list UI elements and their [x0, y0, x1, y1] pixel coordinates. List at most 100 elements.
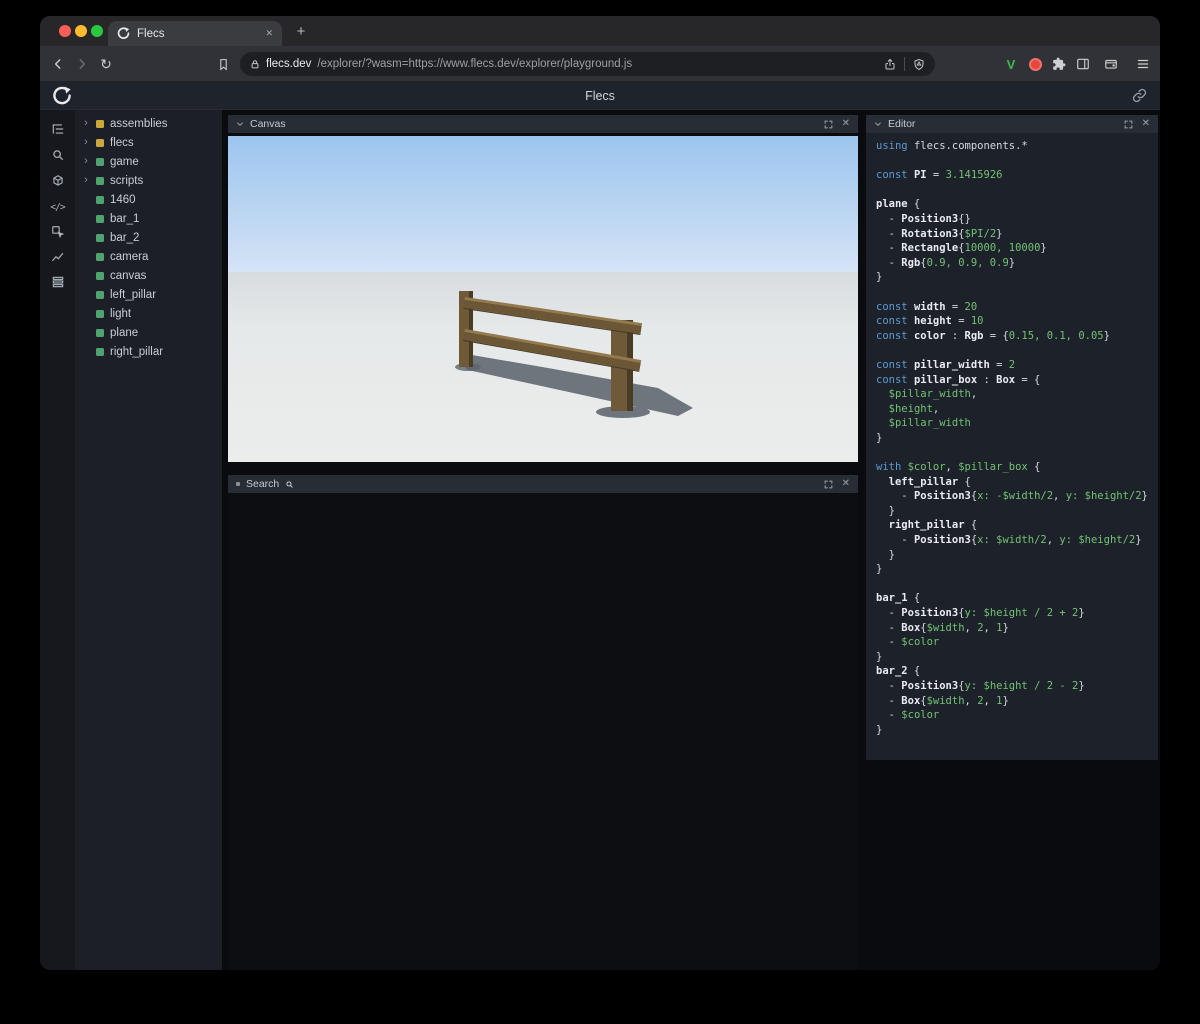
bookmark-icon[interactable]	[214, 55, 232, 73]
traffic-zoom-button[interactable]	[91, 25, 103, 37]
script-editor-tool-icon[interactable]: </>	[40, 196, 75, 218]
tree-item[interactable]: plane	[75, 323, 222, 342]
chevron-down-icon[interactable]	[874, 120, 882, 128]
tree-item[interactable]: › assemblies	[75, 114, 222, 133]
code-line: - Rotation3{$PI/2}	[876, 227, 1003, 240]
stats-chart-tool-icon[interactable]	[40, 246, 75, 268]
tree-item[interactable]: camera	[75, 247, 222, 266]
code-line: const pillar_box : Box = {	[876, 373, 1041, 386]
entity-color-icon	[96, 309, 104, 318]
tree-item-label: flecs	[110, 136, 134, 149]
editor-code[interactable]: using flecs.components.* const PI = 3.14…	[866, 133, 1158, 760]
code-line: bar_1 {	[876, 592, 921, 605]
address-bar[interactable]: flecs.dev/explorer/?wasm=https://www.fle…	[240, 52, 935, 76]
code-line: }	[876, 271, 883, 284]
code-line: - Position3{y: $height / 2 - 2}	[876, 679, 1085, 692]
expand-panel-icon[interactable]	[1124, 120, 1133, 129]
traffic-close-button[interactable]	[59, 25, 71, 37]
app-content: </> › assemblies › flecs › game › scripts 1460 ba…	[40, 110, 1160, 970]
tree-item[interactable]: › flecs	[75, 133, 222, 152]
browser-tab[interactable]: Flecs ✕	[108, 21, 282, 46]
fence-shadow	[455, 354, 693, 418]
extensions-puzzle-icon[interactable]	[1050, 55, 1068, 73]
tree-item[interactable]: › game	[75, 152, 222, 171]
entity-color-icon	[96, 138, 104, 147]
tree-item[interactable]: 1460	[75, 190, 222, 209]
share-link-icon[interactable]	[1132, 88, 1148, 104]
tree-item[interactable]: bar_1	[75, 209, 222, 228]
extension-v-icon[interactable]: V	[1002, 55, 1020, 73]
code-line: left_pillar {	[888, 475, 971, 488]
expand-arrow-icon[interactable]: ›	[82, 118, 90, 129]
tree-item-label: bar_1	[110, 212, 140, 225]
code-line: - Rectangle{10000, 10000}	[876, 242, 1047, 255]
code-line: }	[876, 431, 883, 444]
share-icon[interactable]	[884, 58, 896, 71]
tree-item-label: light	[110, 307, 132, 320]
canvas-panel-title: Canvas	[250, 118, 286, 130]
expand-arrow-icon[interactable]: ›	[82, 156, 90, 167]
code-line: using flecs.components.*	[876, 140, 1028, 152]
tree-item[interactable]: left_pillar	[75, 285, 222, 304]
search-magnifier-icon	[285, 480, 294, 489]
tree-item-label: canvas	[110, 269, 147, 282]
expand-arrow-icon[interactable]: ›	[82, 137, 90, 148]
expand-panel-icon[interactable]	[824, 480, 833, 489]
traffic-minimize-button[interactable]	[75, 25, 87, 37]
browser-window: Flecs ✕ + ↻ flecs.dev/explorer/?wasm=htt…	[40, 16, 1160, 970]
tree-item[interactable]: bar_2	[75, 228, 222, 247]
menu-hamburger-icon[interactable]	[1134, 55, 1152, 73]
chevron-down-icon[interactable]	[236, 120, 244, 128]
tool-sidebar: </>	[40, 110, 75, 970]
back-button[interactable]	[49, 55, 67, 73]
code-line: with $color, $pillar_box {	[876, 461, 1041, 474]
sidebar-toggle-icon[interactable]	[1074, 55, 1092, 73]
code-line: bar_2 {	[876, 665, 921, 678]
forward-button[interactable]	[73, 55, 91, 73]
canvas-panel-header[interactable]: Canvas ✕	[228, 115, 858, 133]
brave-shield-icon[interactable]	[913, 58, 925, 71]
entity-tree-tool-icon[interactable]	[40, 118, 75, 140]
new-tab-button[interactable]: +	[292, 22, 310, 40]
code-line: - Position3{x: -$width/2, y: $height/2}	[876, 490, 1148, 503]
reload-button[interactable]: ↻	[97, 55, 115, 73]
expand-arrow-icon[interactable]: ›	[82, 175, 90, 186]
code-line: - Box{$width, 2, 1}	[876, 694, 1009, 707]
divider	[904, 57, 905, 71]
tree-item-label: assemblies	[110, 117, 168, 130]
tree-item[interactable]: › scripts	[75, 171, 222, 190]
tab-close-icon[interactable]: ✕	[265, 29, 273, 38]
address-bar-actions	[884, 57, 925, 71]
code-line: - Position3{}	[876, 212, 971, 225]
code-line: }	[876, 548, 895, 561]
close-panel-icon[interactable]: ✕	[1142, 119, 1150, 129]
tree-item[interactable]: canvas	[75, 266, 222, 285]
search-panel-header[interactable]: Search ✕	[228, 475, 858, 493]
code-line: const width = 20	[876, 300, 978, 313]
code-line: const color : Rgb = {0.15, 0.1, 0.05}	[876, 329, 1110, 342]
inspector-tool-icon[interactable]	[40, 221, 75, 243]
entity-color-icon	[96, 328, 104, 337]
search-panel-body[interactable]	[228, 493, 858, 970]
wallet-icon[interactable]	[1102, 55, 1120, 73]
query-search-tool-icon[interactable]	[40, 144, 75, 166]
tree-item[interactable]: right_pillar	[75, 342, 222, 361]
tree-item[interactable]: light	[75, 304, 222, 323]
expand-panel-icon[interactable]	[824, 120, 833, 129]
navigation-bar: ↻ flecs.dev/explorer/?wasm=https://www.f…	[40, 46, 1160, 82]
tables-tool-icon[interactable]	[40, 271, 75, 293]
editor-panel-header[interactable]: Editor ✕	[866, 115, 1158, 133]
tree-item-label: left_pillar	[110, 288, 157, 301]
entity-color-icon	[96, 233, 104, 242]
close-panel-icon[interactable]: ✕	[842, 479, 850, 489]
close-panel-icon[interactable]: ✕	[842, 119, 850, 129]
panel-dot-icon	[236, 482, 240, 486]
code-line: - Position3{y: $height / 2 + 2}	[876, 607, 1085, 619]
canvas-3d-tool-icon[interactable]	[40, 170, 75, 192]
extension-red-circle-icon[interactable]	[1026, 55, 1044, 73]
entity-color-icon	[96, 157, 104, 166]
scene-3d-canvas[interactable]	[228, 136, 858, 462]
